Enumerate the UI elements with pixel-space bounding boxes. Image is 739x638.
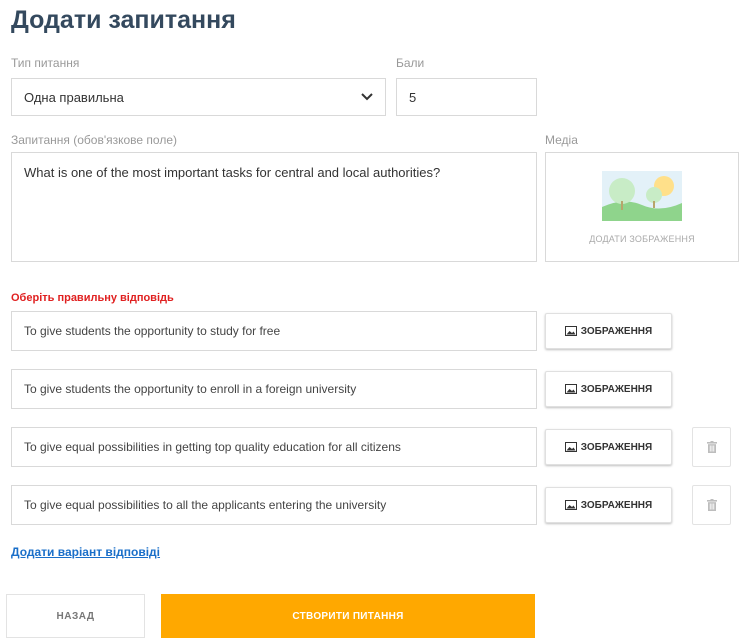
image-icon: [564, 442, 577, 452]
back-button[interactable]: НАЗАД: [6, 594, 145, 638]
answer-text: To give students the opportunity to stud…: [24, 324, 281, 338]
question-type-value: Одна правильна: [24, 89, 124, 105]
add-image-caption: ДОДАТИ ЗОБРАЖЕННЯ: [589, 233, 695, 244]
answer-input-4[interactable]: To give equal possibilities to all the a…: [11, 485, 537, 525]
answer-input-2[interactable]: To give students the opportunity to enro…: [11, 369, 537, 409]
create-question-button[interactable]: СТВОРИТИ ПИТАННЯ: [161, 594, 535, 638]
image-button-label: ЗОБРАЖЕННЯ: [580, 383, 653, 395]
image-button-label: ЗОБРАЖЕННЯ: [580, 499, 653, 511]
answer-image-button-4[interactable]: ЗОБРАЖЕННЯ: [545, 487, 672, 523]
delete-answer-button-4[interactable]: [692, 485, 731, 525]
image-icon: [564, 500, 577, 510]
answer-image-button-2[interactable]: ЗОБРАЖЕННЯ: [545, 371, 672, 407]
points-label: Бали: [396, 56, 425, 70]
answer-text: To give equal possibilities in getting t…: [24, 440, 401, 454]
question-label: Запитання (обов'язкове поле): [11, 133, 178, 147]
points-value: 5: [409, 89, 417, 105]
question-type-select[interactable]: Одна правильна: [11, 78, 386, 116]
add-answer-link[interactable]: Додати варіант відповіді: [11, 545, 160, 559]
answer-input-1[interactable]: To give students the opportunity to stud…: [11, 311, 537, 351]
trash-icon: [706, 499, 717, 511]
answer-input-3[interactable]: To give equal possibilities in getting t…: [11, 427, 537, 467]
question-textarea[interactable]: What is one of the most important tasks …: [11, 152, 537, 262]
correct-answer-prompt: Оберіть правильну відповідь: [11, 292, 174, 304]
image-button-label: ЗОБРАЖЕННЯ: [580, 441, 653, 453]
answer-text: To give students the opportunity to enro…: [24, 382, 357, 396]
media-upload-box[interactable]: ДОДАТИ ЗОБРАЖЕННЯ: [545, 152, 739, 262]
chevron-down-icon: [361, 91, 373, 103]
question-type-label: Тип питання: [11, 56, 80, 70]
answer-image-button-3[interactable]: ЗОБРАЖЕННЯ: [545, 429, 672, 465]
trash-icon: [706, 441, 717, 453]
delete-answer-button-3[interactable]: [692, 427, 731, 467]
answer-text: To give equal possibilities to all the a…: [24, 498, 387, 512]
image-icon: [564, 326, 577, 336]
answer-image-button-1[interactable]: ЗОБРАЖЕННЯ: [545, 313, 672, 349]
image-button-label: ЗОБРАЖЕННЯ: [580, 325, 653, 337]
media-label: Медіа: [545, 133, 578, 147]
image-icon: [564, 384, 577, 394]
landscape-image-icon: [602, 170, 682, 226]
page-title: Додати запитання: [11, 6, 236, 34]
points-input[interactable]: 5: [396, 78, 537, 116]
